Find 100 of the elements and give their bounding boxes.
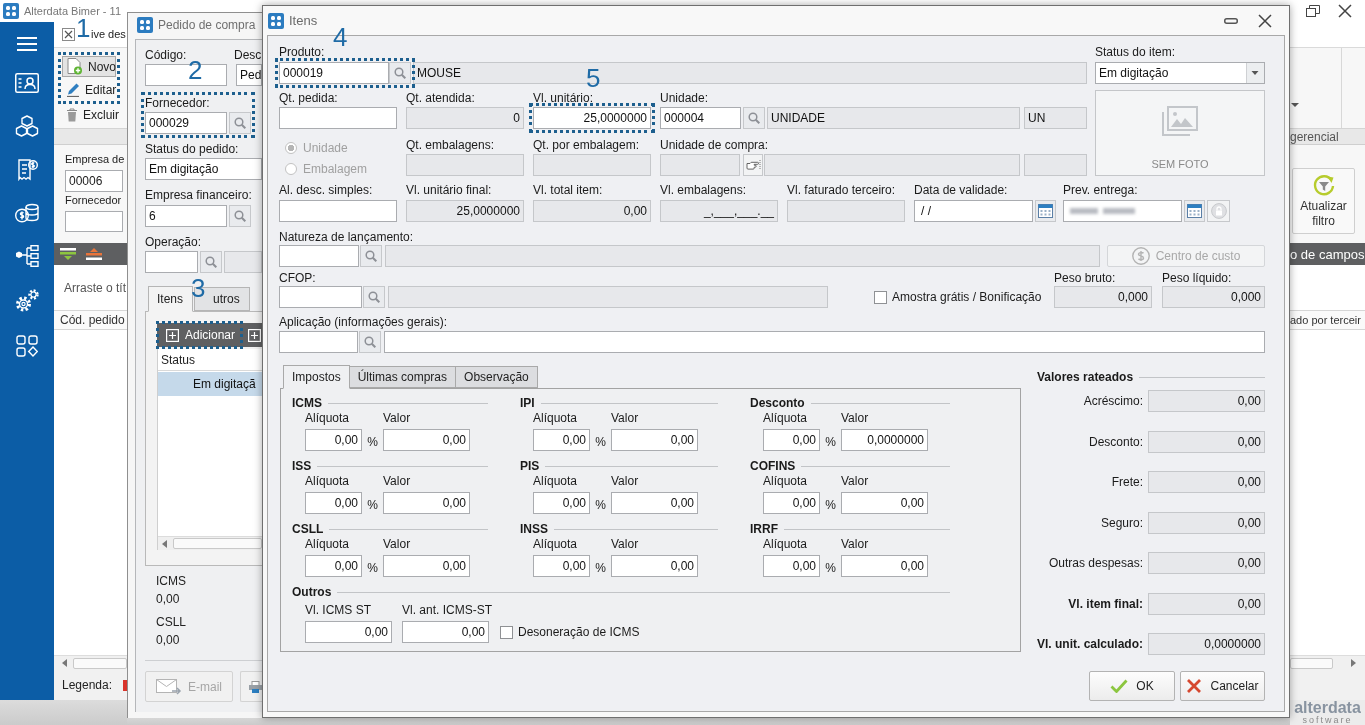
input-field[interactable]: 0,00 bbox=[305, 555, 362, 577]
table-row[interactable]: Em digitaçã bbox=[158, 372, 262, 396]
input-field[interactable]: 0,00 bbox=[533, 555, 590, 577]
input-field[interactable] bbox=[279, 200, 397, 222]
pick-button[interactable] bbox=[743, 154, 763, 176]
input-field[interactable]: 0,00 bbox=[841, 492, 928, 514]
hierarchy-icon[interactable] bbox=[15, 245, 39, 267]
input-field[interactable]: 0,00 bbox=[611, 492, 698, 514]
field-label: Valor bbox=[611, 411, 639, 426]
menu-icon[interactable] bbox=[17, 37, 37, 51]
input-field[interactable]: 000029 bbox=[145, 112, 227, 134]
tab[interactable]: Impostos bbox=[283, 365, 350, 389]
input-field[interactable]: 0,00 bbox=[841, 555, 928, 577]
input-field[interactable]: 0,00 bbox=[402, 621, 489, 643]
input-field[interactable]: 000004 bbox=[660, 107, 741, 129]
ok-button[interactable]: OK bbox=[1089, 671, 1175, 701]
checkbox[interactable] bbox=[500, 625, 513, 639]
input-field[interactable]: 0,00 bbox=[383, 492, 470, 514]
input-field[interactable] bbox=[1063, 200, 1182, 222]
tab[interactable]: Itens bbox=[148, 286, 193, 312]
search-button[interactable] bbox=[229, 112, 251, 134]
input-field[interactable] bbox=[384, 331, 1265, 353]
add-button[interactable]: Adicionar bbox=[160, 325, 240, 345]
refresh-filter-button[interactable]: Atualizar filtro bbox=[1292, 168, 1355, 234]
tab[interactable]: Observação bbox=[456, 366, 538, 388]
coins-icon[interactable] bbox=[15, 203, 39, 223]
tab[interactable]: Últimas compras bbox=[349, 366, 457, 388]
contact-card-icon[interactable] bbox=[15, 73, 39, 93]
search-button[interactable] bbox=[360, 245, 382, 267]
input-field[interactable]: / / bbox=[914, 200, 1033, 222]
input-field[interactable] bbox=[279, 107, 397, 129]
calendar-button[interactable] bbox=[1035, 200, 1056, 222]
input-field[interactable]: 0,00 bbox=[533, 492, 590, 514]
input-field[interactable]: 0,00 bbox=[305, 492, 362, 514]
stack-down-icon[interactable] bbox=[60, 248, 76, 260]
input-field[interactable]: 25,0000000 bbox=[533, 107, 651, 129]
restore-icon[interactable] bbox=[1306, 5, 1320, 17]
input-field[interactable]: 0,00 bbox=[533, 429, 590, 451]
input-field[interactable]: 0,00 bbox=[305, 429, 362, 451]
input-field[interactable] bbox=[65, 211, 123, 232]
scrollbar-thumb[interactable] bbox=[1290, 657, 1333, 669]
input-field[interactable]: 0,0000000 bbox=[841, 429, 928, 451]
new-button[interactable]: Novo bbox=[62, 56, 116, 77]
field-label: Alíquota bbox=[305, 537, 350, 552]
search-button[interactable] bbox=[229, 205, 251, 227]
minimize-icon[interactable] bbox=[1224, 17, 1238, 24]
scroll-right-icon[interactable] bbox=[1351, 659, 1356, 667]
scroll-left-icon[interactable] bbox=[162, 539, 167, 548]
input-field[interactable]: 0,00 bbox=[305, 621, 392, 643]
shapes-grid-icon[interactable] bbox=[16, 335, 38, 357]
ribbon-tab-label[interactable]: ive des bbox=[91, 28, 126, 41]
input-field[interactable]: 0,00 bbox=[383, 429, 470, 451]
checkbox-label: Desoneração de ICMS bbox=[518, 625, 640, 639]
input-field[interactable]: 000019 bbox=[279, 62, 389, 84]
input-field[interactable] bbox=[279, 286, 362, 308]
search-button[interactable] bbox=[359, 331, 381, 353]
invoice-dollar-icon[interactable] bbox=[16, 159, 38, 181]
horizontal-scrollbar[interactable] bbox=[158, 536, 262, 550]
cubes-icon[interactable] bbox=[15, 115, 39, 137]
scrollbar-thumb[interactable] bbox=[73, 657, 127, 669]
search-button[interactable] bbox=[200, 251, 222, 273]
close-icon[interactable] bbox=[1258, 13, 1272, 28]
gears-icon[interactable] bbox=[15, 289, 39, 313]
input-field[interactable]: 00006 bbox=[65, 170, 123, 192]
cancel-button[interactable]: Cancelar bbox=[1180, 671, 1265, 701]
icon-button[interactable] bbox=[240, 671, 262, 702]
search-button[interactable] bbox=[743, 107, 765, 129]
input-field[interactable]: 0,00 bbox=[763, 429, 820, 451]
input-field[interactable]: Em digitação bbox=[145, 158, 262, 180]
stack-up-icon[interactable] bbox=[86, 248, 102, 260]
field-label: Al. desc. simples: bbox=[279, 183, 373, 198]
readonly-field: 0,00 bbox=[1148, 390, 1265, 412]
edit-button[interactable]: Editar bbox=[62, 79, 116, 100]
input-field[interactable]: 0,00 bbox=[611, 555, 698, 577]
checkbox[interactable] bbox=[874, 290, 887, 304]
input-field[interactable]: Ped bbox=[236, 64, 262, 86]
input-field[interactable]: 6 bbox=[145, 205, 227, 227]
horizontal-scrollbar[interactable] bbox=[1290, 655, 1365, 670]
scrollbar-thumb[interactable] bbox=[173, 538, 262, 549]
status-select[interactable]: Em digitação bbox=[1095, 62, 1265, 84]
calendar-button[interactable] bbox=[1184, 200, 1205, 222]
horizontal-scrollbar[interactable] bbox=[54, 655, 127, 670]
plus-square-icon[interactable] bbox=[248, 328, 262, 342]
input-field[interactable] bbox=[279, 331, 358, 353]
input-field[interactable]: 0,00 bbox=[763, 555, 820, 577]
input-field[interactable]: 0,00 bbox=[383, 555, 470, 577]
scroll-left-icon[interactable] bbox=[62, 659, 67, 667]
input-field[interactable]: 0,00 bbox=[763, 492, 820, 514]
search-icon bbox=[394, 67, 406, 79]
window-arrows-icon[interactable] bbox=[62, 28, 75, 41]
close-icon[interactable] bbox=[1338, 4, 1352, 18]
input-field[interactable]: 0,00 bbox=[611, 429, 698, 451]
search-button[interactable] bbox=[389, 62, 411, 84]
input-field[interactable] bbox=[279, 245, 359, 267]
search-button[interactable] bbox=[363, 286, 385, 308]
section-heading: IRRF bbox=[750, 522, 778, 537]
input-field[interactable] bbox=[145, 251, 198, 273]
readonly-field: 0,00 bbox=[1148, 552, 1265, 574]
field-label: CFOP: bbox=[279, 271, 316, 286]
caret-down-icon[interactable] bbox=[1246, 63, 1264, 83]
